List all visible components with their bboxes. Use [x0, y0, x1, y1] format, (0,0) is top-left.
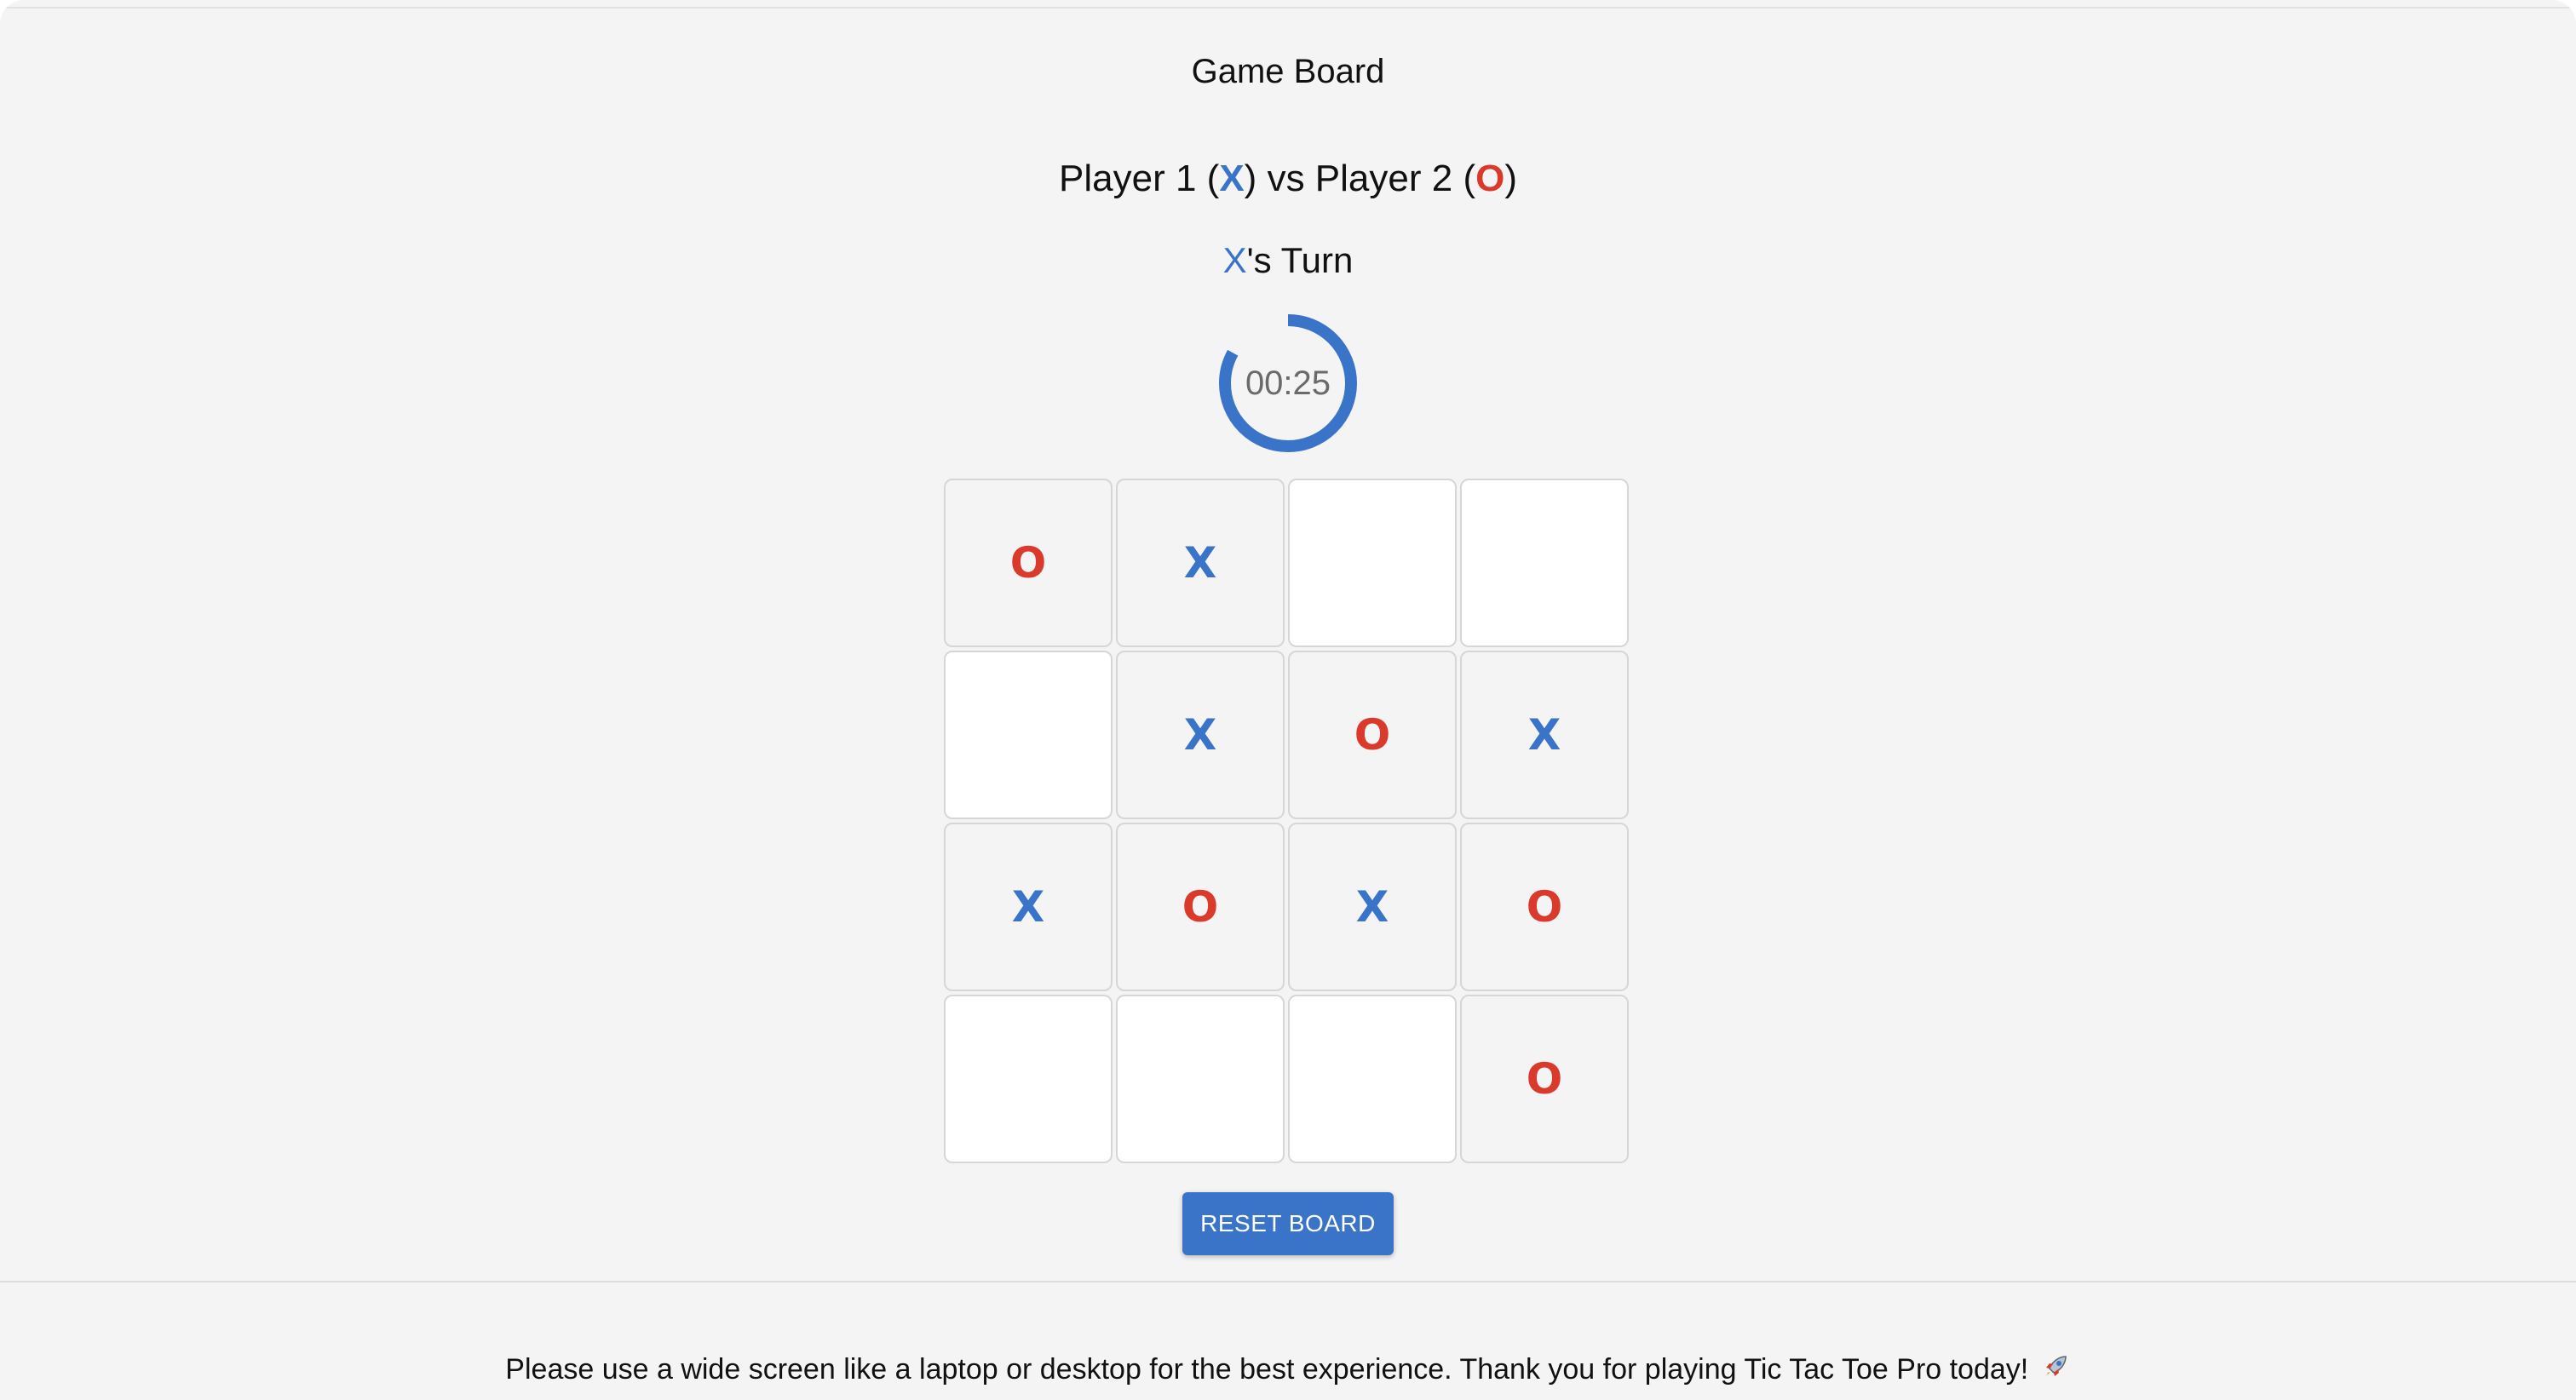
timer-value: 00:25	[1245, 364, 1331, 402]
board-cell[interactable]: O	[1288, 651, 1457, 819]
countdown-timer: 00:25	[1218, 313, 1358, 453]
board-cell[interactable]: O	[1116, 823, 1285, 991]
o-mark: O	[1526, 882, 1563, 932]
board-cell[interactable]	[1288, 479, 1457, 647]
o-mark: O	[1009, 538, 1047, 588]
board-cell[interactable]: O	[1460, 823, 1629, 991]
player1-mark: X	[1219, 158, 1245, 199]
board-cell[interactable]: O	[1460, 995, 1629, 1163]
footer-text: Please use a wide screen like a laptop o…	[505, 1353, 2029, 1386]
turn-suffix: 's Turn	[1246, 240, 1354, 280]
rocket-icon	[2042, 1349, 2071, 1393]
x-mark: X	[1183, 538, 1217, 588]
player2-label: Player 2	[1314, 158, 1453, 199]
o-mark: O	[1526, 1054, 1563, 1104]
player1-label: Player 1	[1059, 158, 1197, 199]
top-divider	[0, 7, 2576, 9]
board-cell[interactable]: X	[944, 823, 1113, 991]
footer-message: Please use a wide screen like a laptop o…	[0, 1347, 2576, 1393]
board-cell[interactable]	[944, 995, 1113, 1163]
reset-board-button[interactable]: RESET BOARD	[1182, 1192, 1394, 1255]
board-cell[interactable]	[1288, 995, 1457, 1163]
board-cell[interactable]	[944, 651, 1113, 819]
game-page: Game Board Player 1 (X) vs Player 2 (O) …	[0, 0, 2576, 1400]
x-mark: X	[1527, 710, 1561, 760]
vs-label: vs	[1267, 158, 1305, 199]
board-cell[interactable]: X	[1116, 479, 1285, 647]
board-cell[interactable]: O	[944, 479, 1113, 647]
board-cell[interactable]: X	[1116, 651, 1285, 819]
player2-mark: O	[1475, 158, 1505, 199]
board-cell[interactable]: X	[1288, 823, 1457, 991]
x-mark: X	[1011, 882, 1045, 932]
o-mark: O	[1182, 882, 1219, 932]
page-title: Game Board	[1191, 53, 1385, 90]
x-mark: X	[1183, 710, 1217, 760]
game-board: O X X O X X O X O O	[944, 479, 1632, 1167]
board-cell[interactable]: X	[1460, 651, 1629, 819]
o-mark: O	[1354, 710, 1391, 760]
board-cell[interactable]	[1116, 995, 1285, 1163]
board-cell[interactable]	[1460, 479, 1629, 647]
players-heading: Player 1 (X) vs Player 2 (O)	[1059, 158, 1517, 199]
footer-divider	[0, 1281, 2576, 1282]
turn-indicator: X's Turn	[0, 235, 2576, 286]
x-mark: X	[1355, 882, 1389, 932]
turn-mark: X	[1222, 240, 1247, 280]
